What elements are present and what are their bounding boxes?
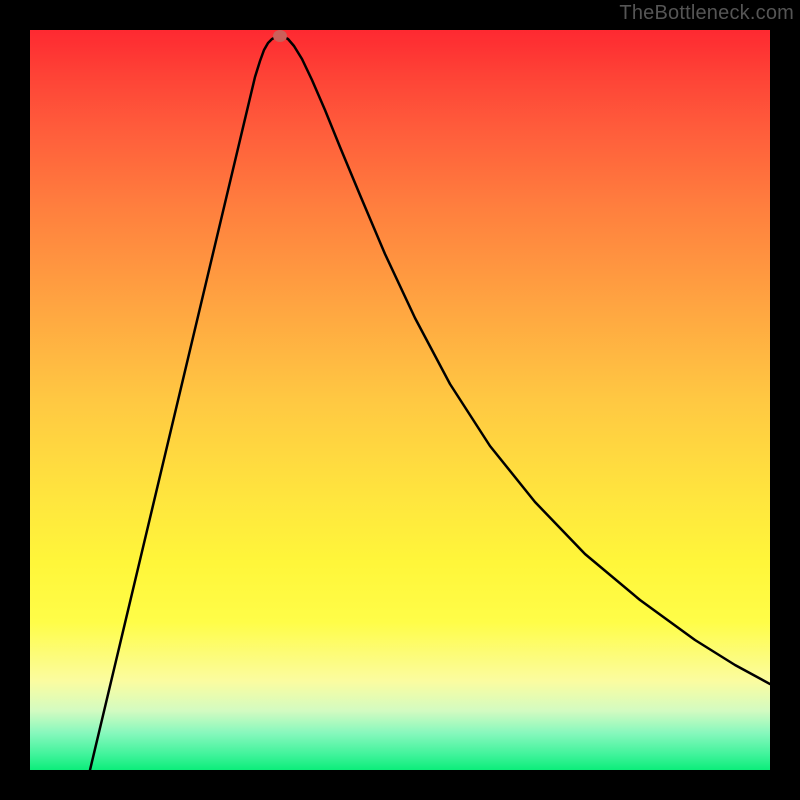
watermark-text: TheBottleneck.com xyxy=(619,2,794,25)
curve-svg xyxy=(30,30,770,770)
marker-dot xyxy=(273,30,287,42)
plot-area xyxy=(30,30,770,770)
chart-frame: TheBottleneck.com xyxy=(0,0,800,800)
bottleneck-curve xyxy=(90,36,770,770)
